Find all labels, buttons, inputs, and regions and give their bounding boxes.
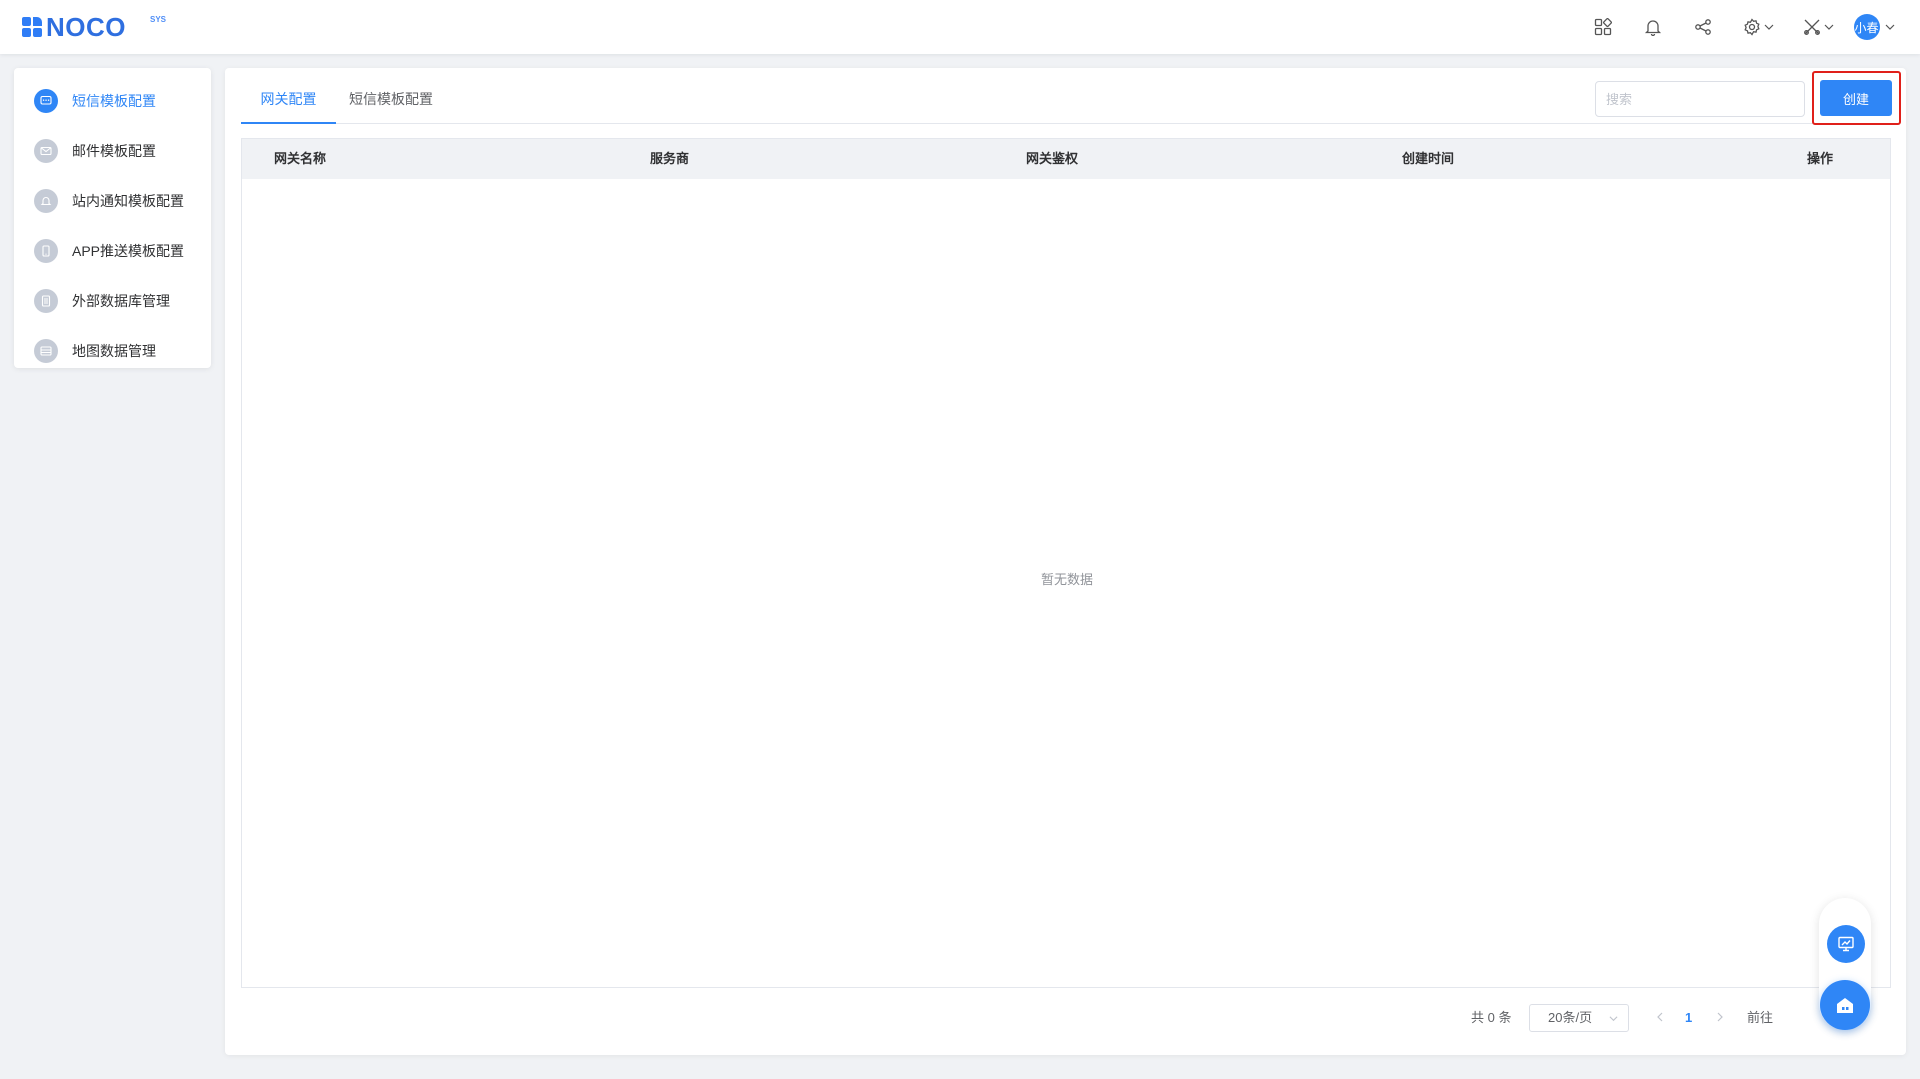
sidebar-item-mail-template[interactable]: 邮件模板配置 xyxy=(14,126,211,176)
tab-sms-template-config[interactable]: 短信模板配置 xyxy=(336,68,446,124)
chevron-down-icon xyxy=(1824,24,1833,30)
tools-dropdown[interactable] xyxy=(1788,0,1848,54)
column-header-gateway-auth[interactable]: 网关鉴权 xyxy=(1026,139,1078,179)
sidebar-item-label: 地图数据管理 xyxy=(72,343,156,359)
apps-icon[interactable] xyxy=(1578,0,1628,54)
chevron-down-icon xyxy=(1609,1016,1618,1022)
next-page-button[interactable] xyxy=(1715,1003,1725,1033)
chevron-left-icon xyxy=(1657,1012,1663,1022)
main-panel: 网关配置 短信模板配置 创建 网关名称 服务商 网关鉴权 创建时间 操作 暂无数… xyxy=(225,68,1906,1055)
tools-icon xyxy=(1803,19,1820,35)
chart-board-icon xyxy=(1838,936,1854,952)
sidebar-item-label: 外部数据库管理 xyxy=(72,293,170,309)
chevron-right-icon xyxy=(1717,1012,1723,1022)
search-input[interactable] xyxy=(1595,81,1805,117)
chevron-down-icon xyxy=(1885,24,1894,30)
sidebar: 短信模板配置 邮件模板配置 站内通知模板配置 APP推送模板配置 外部数据库管理… xyxy=(14,68,211,368)
user-menu[interactable]: 小春 xyxy=(1848,0,1900,54)
settings-dropdown[interactable] xyxy=(1728,0,1788,54)
logo-text: NOCO xyxy=(46,12,126,42)
top-bar: NOCO SYS 小春 xyxy=(0,0,1920,54)
column-header-actions: 操作 xyxy=(1807,151,1834,166)
dashboard-shortcut-button[interactable] xyxy=(1827,925,1865,963)
sidebar-item-app-push-template[interactable]: APP推送模板配置 xyxy=(14,226,211,276)
sidebar-item-sms-template[interactable]: 短信模板配置 xyxy=(14,76,211,126)
column-header-gateway-name[interactable]: 网关名称 xyxy=(274,139,326,179)
sidebar-item-map-data[interactable]: 地图数据管理 xyxy=(14,326,211,376)
empty-state-text: 暂无数据 xyxy=(1040,572,1093,587)
sidebar-item-label: 短信模板配置 xyxy=(72,93,156,109)
map-data-icon xyxy=(34,339,58,363)
column-header-provider[interactable]: 服务商 xyxy=(650,139,689,179)
logo-mark-icon xyxy=(22,17,44,37)
sidebar-item-label: 站内通知模板配置 xyxy=(72,193,184,209)
column-header-created-time[interactable]: 创建时间 xyxy=(1402,139,1454,179)
create-button[interactable]: 创建 xyxy=(1820,80,1892,116)
mail-icon xyxy=(34,139,58,163)
message-icon xyxy=(34,89,58,113)
sidebar-item-label: 邮件模板配置 xyxy=(72,143,156,159)
avatar: 小春 xyxy=(1853,14,1880,40)
prev-page-button[interactable] xyxy=(1655,1003,1665,1033)
tab-gateway-config[interactable]: 网关配置 xyxy=(241,68,336,124)
page-size-value: 20条/页 xyxy=(1548,1010,1593,1025)
home-icon xyxy=(1837,998,1853,1013)
bell-icon xyxy=(34,189,58,213)
page-size-select[interactable]: 20条/页 xyxy=(1529,1004,1629,1032)
share-icon[interactable] xyxy=(1678,0,1728,54)
page-number[interactable]: 1 xyxy=(1685,1003,1692,1033)
logo-superscript: SYS xyxy=(150,15,167,24)
app-logo[interactable]: NOCO SYS xyxy=(22,12,166,42)
table-header: 网关名称 服务商 网关鉴权 创建时间 操作 xyxy=(242,139,1890,179)
sidebar-item-label: APP推送模板配置 xyxy=(72,243,185,259)
database-icon xyxy=(34,289,58,313)
sidebar-item-external-db[interactable]: 外部数据库管理 xyxy=(14,276,211,326)
phone-icon xyxy=(34,239,58,263)
sidebar-item-site-notice-template[interactable]: 站内通知模板配置 xyxy=(14,176,211,226)
home-button[interactable] xyxy=(1820,980,1870,1030)
settings-icon xyxy=(1743,18,1760,36)
gateway-table: 网关名称 服务商 网关鉴权 创建时间 操作 暂无数据 xyxy=(241,138,1891,988)
pagination-total: 共 0 条 xyxy=(1471,1010,1512,1025)
goto-prefix: 前往 xyxy=(1747,1010,1774,1025)
bell-icon[interactable] xyxy=(1628,0,1678,54)
chevron-down-icon xyxy=(1764,24,1773,30)
